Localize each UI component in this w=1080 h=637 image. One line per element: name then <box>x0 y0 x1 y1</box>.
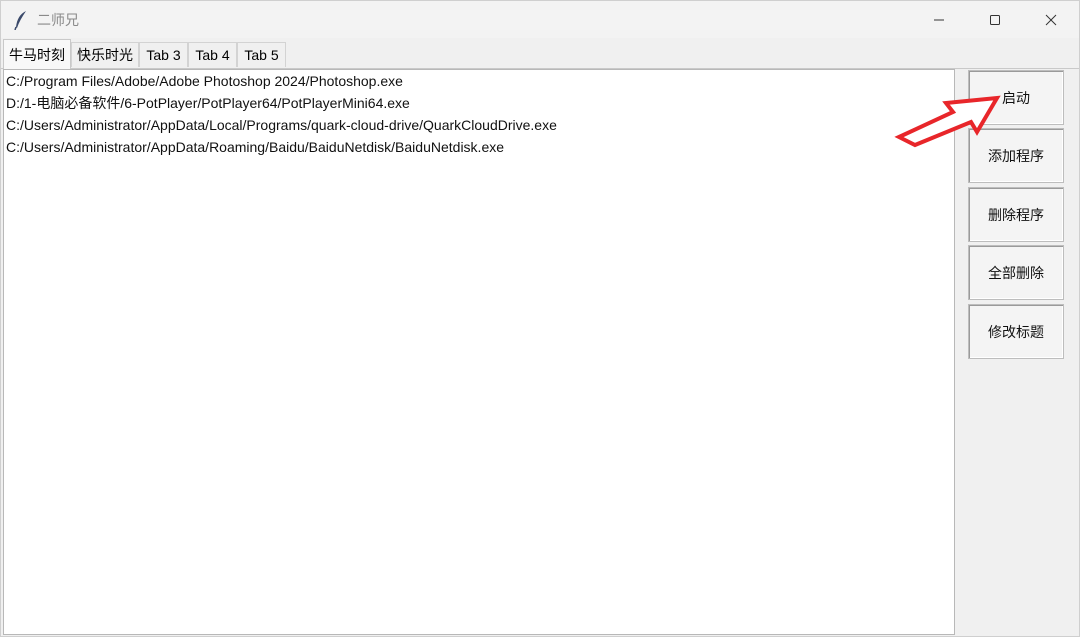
program-list[interactable]: C:/Program Files/Adobe/Adobe Photoshop 2… <box>3 69 955 635</box>
app-window: 二师兄 牛马时刻 快乐时光 Tab 3 Tab 4 Tab 5 C:/Progr… <box>0 0 1080 637</box>
delete-program-button[interactable]: 删除程序 <box>968 187 1064 242</box>
list-item[interactable]: D:/1-电脑必备软件/6-PotPlayer/PotPlayer64/PotP… <box>4 92 954 114</box>
list-item[interactable]: C:/Users/Administrator/AppData/Roaming/B… <box>4 136 954 158</box>
feather-icon <box>13 10 29 30</box>
tab-4[interactable]: Tab 4 <box>188 42 237 67</box>
close-button[interactable] <box>1023 1 1079 38</box>
tab-1[interactable]: 牛马时刻 <box>3 39 71 69</box>
add-program-button[interactable]: 添加程序 <box>968 128 1064 183</box>
maximize-icon <box>990 14 1000 25</box>
delete-all-button[interactable]: 全部删除 <box>968 245 1064 300</box>
minimize-icon <box>934 19 944 20</box>
window-controls <box>911 1 1079 38</box>
window-title: 二师兄 <box>37 12 79 29</box>
list-item[interactable]: C:/Program Files/Adobe/Adobe Photoshop 2… <box>4 70 954 92</box>
tab-5[interactable]: Tab 5 <box>237 42 286 67</box>
minimize-button[interactable] <box>911 1 967 38</box>
tab-3[interactable]: Tab 3 <box>139 42 188 67</box>
maximize-button[interactable] <box>967 1 1023 38</box>
title-bar[interactable]: 二师兄 <box>1 1 1079 38</box>
tab-2[interactable]: 快乐时光 <box>71 42 139 67</box>
list-item[interactable]: C:/Users/Administrator/AppData/Local/Pro… <box>4 114 954 136</box>
close-icon <box>1045 14 1057 25</box>
edit-title-button[interactable]: 修改标题 <box>968 304 1064 359</box>
launch-button[interactable]: 启动 <box>968 70 1064 125</box>
